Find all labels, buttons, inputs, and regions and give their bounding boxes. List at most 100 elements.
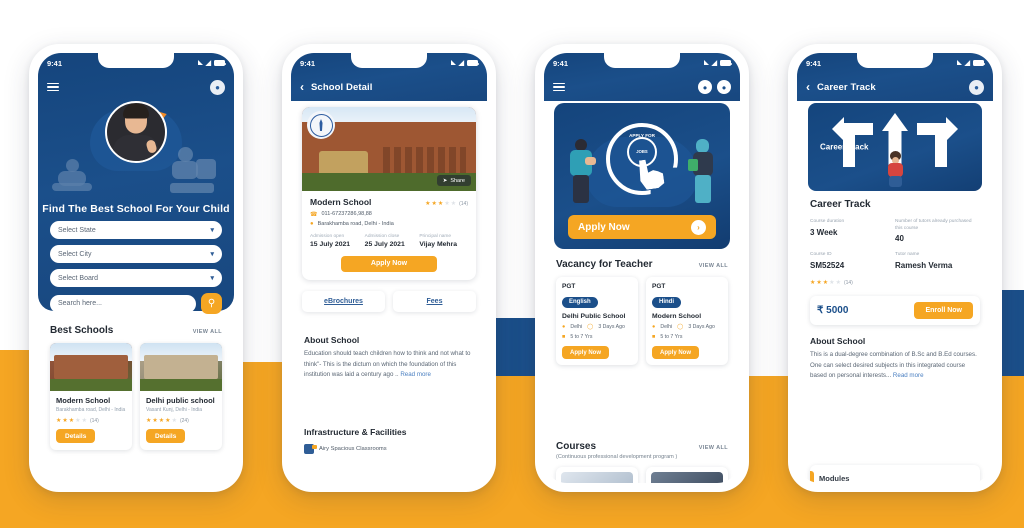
chevron-down-icon: ▾ — [210, 274, 214, 282]
vacancy-apply-button[interactable]: Apply Now — [652, 346, 699, 359]
phone-mockup-home: 9:41 ◢ ● Find The Best School For Your C… — [29, 44, 243, 492]
status-time: 9:41 — [553, 58, 569, 68]
read-more-link[interactable]: Read more — [893, 372, 924, 379]
fact-label: Principal name — [419, 234, 452, 239]
vacancy-subject-badge: Hindi — [652, 296, 681, 308]
school-card-name: Modern School — [56, 396, 111, 405]
search-row: Search here... ⚲ — [50, 293, 222, 314]
hamburger-icon[interactable] — [47, 82, 59, 92]
apply-now-button[interactable]: Apply Now › — [568, 215, 716, 239]
status-icons: ◢ — [197, 59, 227, 67]
user-avatar-icon[interactable]: ● — [969, 79, 984, 95]
school-phone-row[interactable]: ☎ 011-67237286,98,88 — [310, 211, 468, 218]
apply-job-banner: APPLY FOR JOBS Apply Now › — [554, 103, 730, 249]
school-address: Barakhamba road, Delhi - India — [317, 221, 394, 227]
school-card-address: Vasant Kunj, Delhi - India — [146, 407, 203, 413]
phone-icon: ☎ — [310, 211, 318, 218]
modules-accordion[interactable]: Modules — [810, 465, 980, 483]
chevron-down-icon: ▾ — [210, 226, 214, 234]
school-search-form: Select State ▾ Select City ▾ Select Boar… — [50, 221, 222, 314]
app-bar-actions: ● ● — [698, 80, 731, 94]
share-button[interactable]: ➤ Share — [436, 175, 471, 186]
vacancy-title: Vacancy for Teacher — [556, 259, 653, 270]
fact-admission-open: Admission open 15 July 2021 — [310, 234, 359, 248]
user-avatar-icon[interactable]: ● — [210, 79, 225, 95]
course-card[interactable] — [556, 467, 638, 483]
notification-bell-icon[interactable]: ● — [698, 80, 712, 94]
chevron-left-icon[interactable]: ‹ — [300, 81, 304, 93]
search-button[interactable]: ⚲ — [201, 293, 222, 314]
courses-section: Courses VIEW ALL (Continuous professiona… — [556, 441, 728, 483]
school-card[interactable]: Modern School Barakhamba road, Delhi - I… — [50, 343, 132, 451]
vacancy-view-all[interactable]: VIEW ALL — [699, 263, 728, 269]
wifi-icon: ◢ — [458, 60, 464, 67]
student-photo — [105, 101, 167, 163]
course-card[interactable] — [646, 467, 728, 483]
school-details-button[interactable]: Details — [56, 429, 96, 444]
location-pin-icon: ● — [652, 324, 656, 330]
school-phone: 011-67237286,98,88 — [321, 211, 372, 217]
vacancy-experience-row: ■ 5 to 7 Yrs — [652, 334, 722, 340]
school-card[interactable]: Delhi public school Vasant Kunj, Delhi -… — [140, 343, 222, 451]
vacancy-header: Vacancy for Teacher VIEW ALL — [556, 259, 728, 270]
school-detail-card: ➤ Share Modern School ★★★★★ (14) ☎ 0 — [302, 107, 476, 280]
fact-tutors-purchased: Number of tutors already purchased this … — [895, 219, 980, 243]
course-price-card: ₹ 5000 Enroll Now — [810, 296, 980, 326]
select-city-field[interactable]: Select City ▾ — [50, 245, 222, 263]
rating-count: (14) — [843, 279, 853, 286]
user-avatar-icon[interactable]: ● — [717, 80, 731, 94]
fact-value: 25 July 2021 — [364, 240, 405, 248]
location-pin-icon: ● — [562, 324, 566, 330]
status-icons: ◢ — [703, 59, 733, 67]
career-track-banner: Career Track — [808, 103, 982, 191]
select-state-field[interactable]: Select State ▾ — [50, 221, 222, 239]
signal-icon — [956, 59, 962, 65]
vacancy-card[interactable]: PGT Hindi Modern School ● Delhi ◯ 3 Days… — [646, 277, 728, 365]
enroll-now-button[interactable]: Enroll Now — [914, 302, 973, 320]
tab-ebrochures[interactable]: eBrochures — [302, 291, 385, 312]
status-time: 9:41 — [300, 58, 316, 68]
course-price: ₹ 5000 — [817, 305, 849, 317]
school-thumbnail — [50, 343, 132, 391]
page-title: School Detail — [311, 81, 373, 93]
hamburger-icon[interactable] — [553, 82, 565, 92]
fact-value: 3 Week — [810, 227, 838, 237]
share-label: Share — [450, 177, 465, 184]
courses-view-all[interactable]: VIEW ALL — [699, 445, 728, 451]
wifi-icon: ◢ — [205, 60, 211, 67]
screen-career-track: 9:41 ◢ ‹ Career Track ● Career Track Car… — [797, 53, 993, 483]
best-schools-view-all[interactable]: VIEW ALL — [193, 329, 222, 335]
signal-icon — [703, 59, 709, 65]
career-arrow-right — [917, 117, 958, 141]
chevron-left-icon[interactable]: ‹ — [806, 81, 810, 93]
screen-jobs: 9:41 ◢ ● ● APPLY FOR JOBS Apply Now › Va… — [544, 53, 740, 483]
status-icons: ◢ — [956, 59, 986, 67]
battery-icon — [973, 60, 986, 66]
courses-subtitle: (Continuous professional development pro… — [556, 454, 678, 460]
tab-fees[interactable]: Fees — [393, 291, 476, 312]
chevron-down-icon: ▾ — [210, 250, 214, 258]
apply-now-button[interactable]: Apply Now — [341, 255, 437, 272]
about-school-body: Education should teach children how to t… — [304, 350, 471, 379]
search-input[interactable]: Search here... — [50, 294, 196, 313]
select-board-field[interactable]: Select Board ▾ — [50, 269, 222, 287]
vacancy-subject-badge: English — [562, 296, 598, 308]
vacancy-experience: 5 to 7 Yrs — [570, 334, 593, 340]
vacancy-card[interactable]: PGT English Delhi Public School ● Delhi … — [556, 277, 638, 365]
person-illustration-right — [688, 139, 718, 213]
vacancy-section: Vacancy for Teacher VIEW ALL PGT English… — [556, 259, 728, 365]
fact-value: Ramesh Verma — [895, 261, 953, 271]
vacancy-apply-button[interactable]: Apply Now — [562, 346, 609, 359]
school-details-button[interactable]: Details — [146, 429, 186, 444]
vacancy-location: Delhi — [570, 324, 583, 330]
infrastructure-item: Airy Spacious Classrooms — [304, 444, 474, 454]
home-headline: Find The Best School For Your Child — [42, 203, 230, 215]
best-schools-title: Best Schools — [50, 325, 114, 336]
battery-icon — [467, 60, 480, 66]
share-icon: ➤ — [442, 177, 448, 184]
read-more-link[interactable]: Read more — [400, 371, 431, 378]
phone-mockup-career-track: 9:41 ◢ ‹ Career Track ● Career Track Car… — [788, 44, 1002, 492]
app-bar-career-track: ‹ Career Track ● — [797, 73, 993, 101]
phone-mockups: 9:41 ◢ ● Find The Best School For Your C… — [0, 0, 1024, 528]
fact-value: SM52524 — [810, 261, 845, 271]
